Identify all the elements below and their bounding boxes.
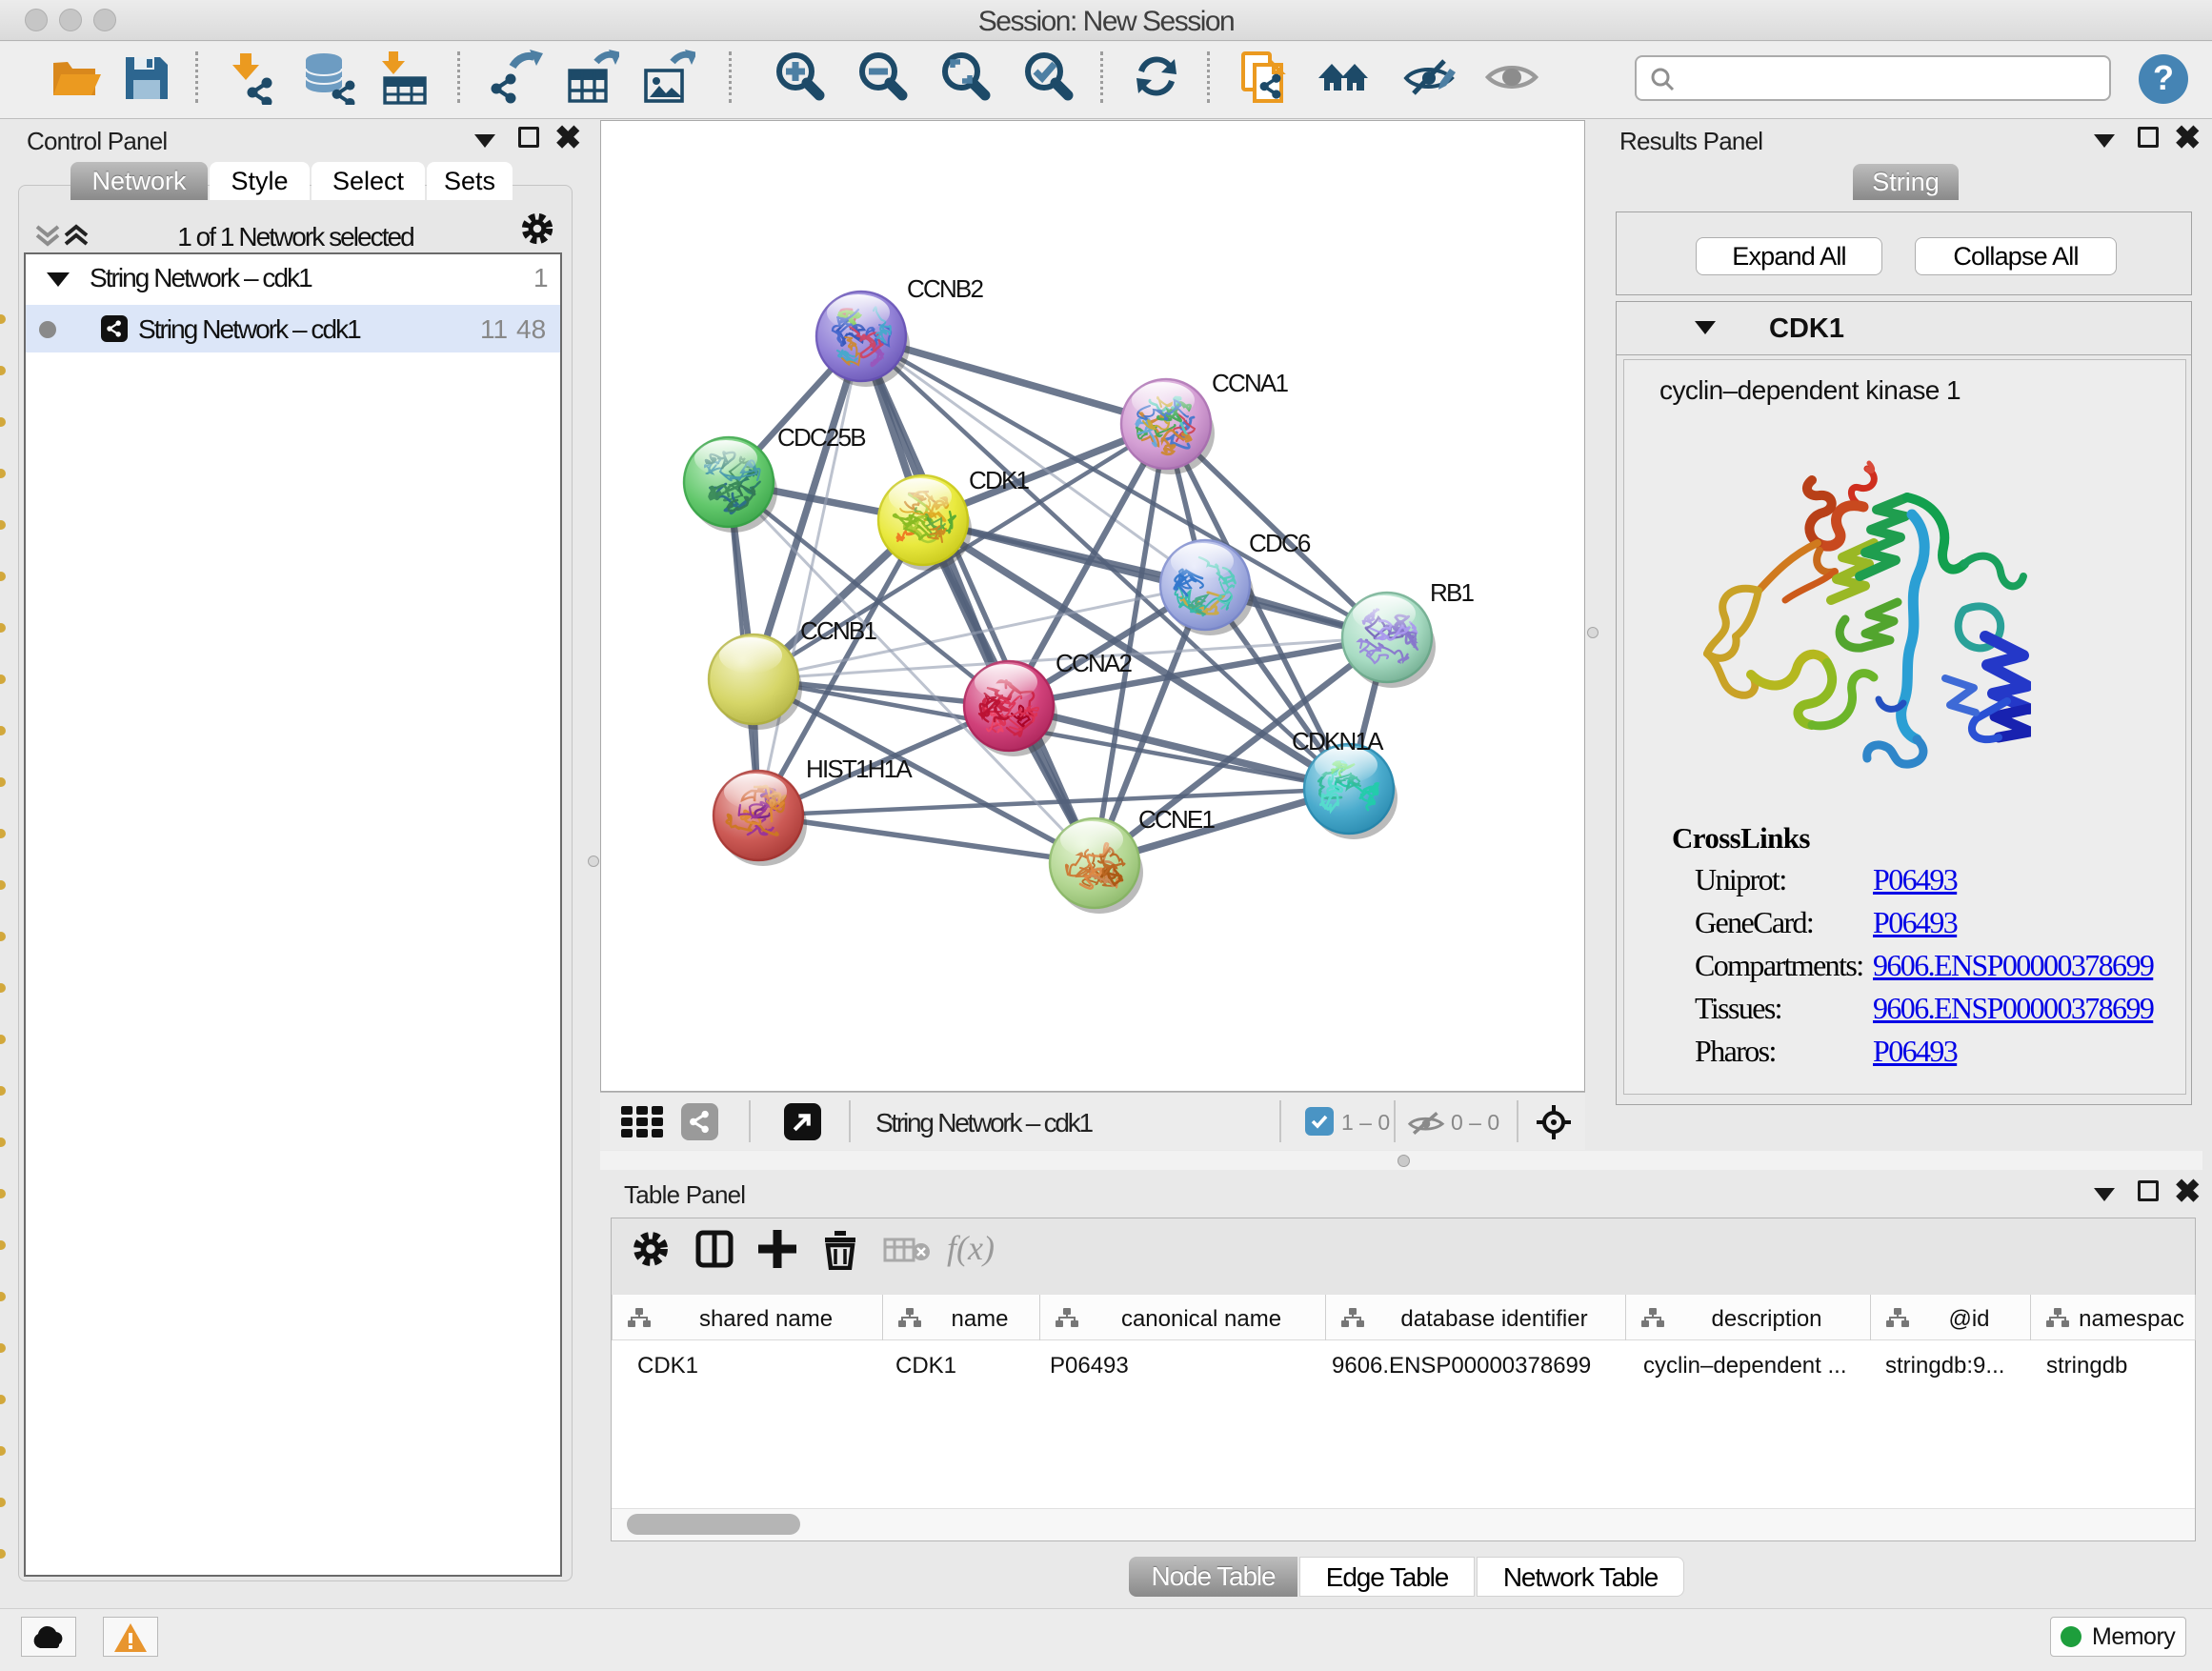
svg-text:CCNA2: CCNA2 xyxy=(1056,649,1132,677)
svg-text:RB1: RB1 xyxy=(1430,578,1475,607)
svg-text:CDKN1A: CDKN1A xyxy=(1292,727,1384,755)
svg-text:CCNE1: CCNE1 xyxy=(1138,805,1215,834)
svg-text:CDC6: CDC6 xyxy=(1249,529,1311,557)
svg-text:CCNA1: CCNA1 xyxy=(1212,369,1288,397)
svg-text:HIST1H1A: HIST1H1A xyxy=(806,755,913,783)
svg-text:CCNB1: CCNB1 xyxy=(800,616,876,645)
svg-text:CDK1: CDK1 xyxy=(969,466,1029,494)
svg-text:CCNB2: CCNB2 xyxy=(907,274,983,303)
svg-text:CDC25B: CDC25B xyxy=(777,423,865,452)
